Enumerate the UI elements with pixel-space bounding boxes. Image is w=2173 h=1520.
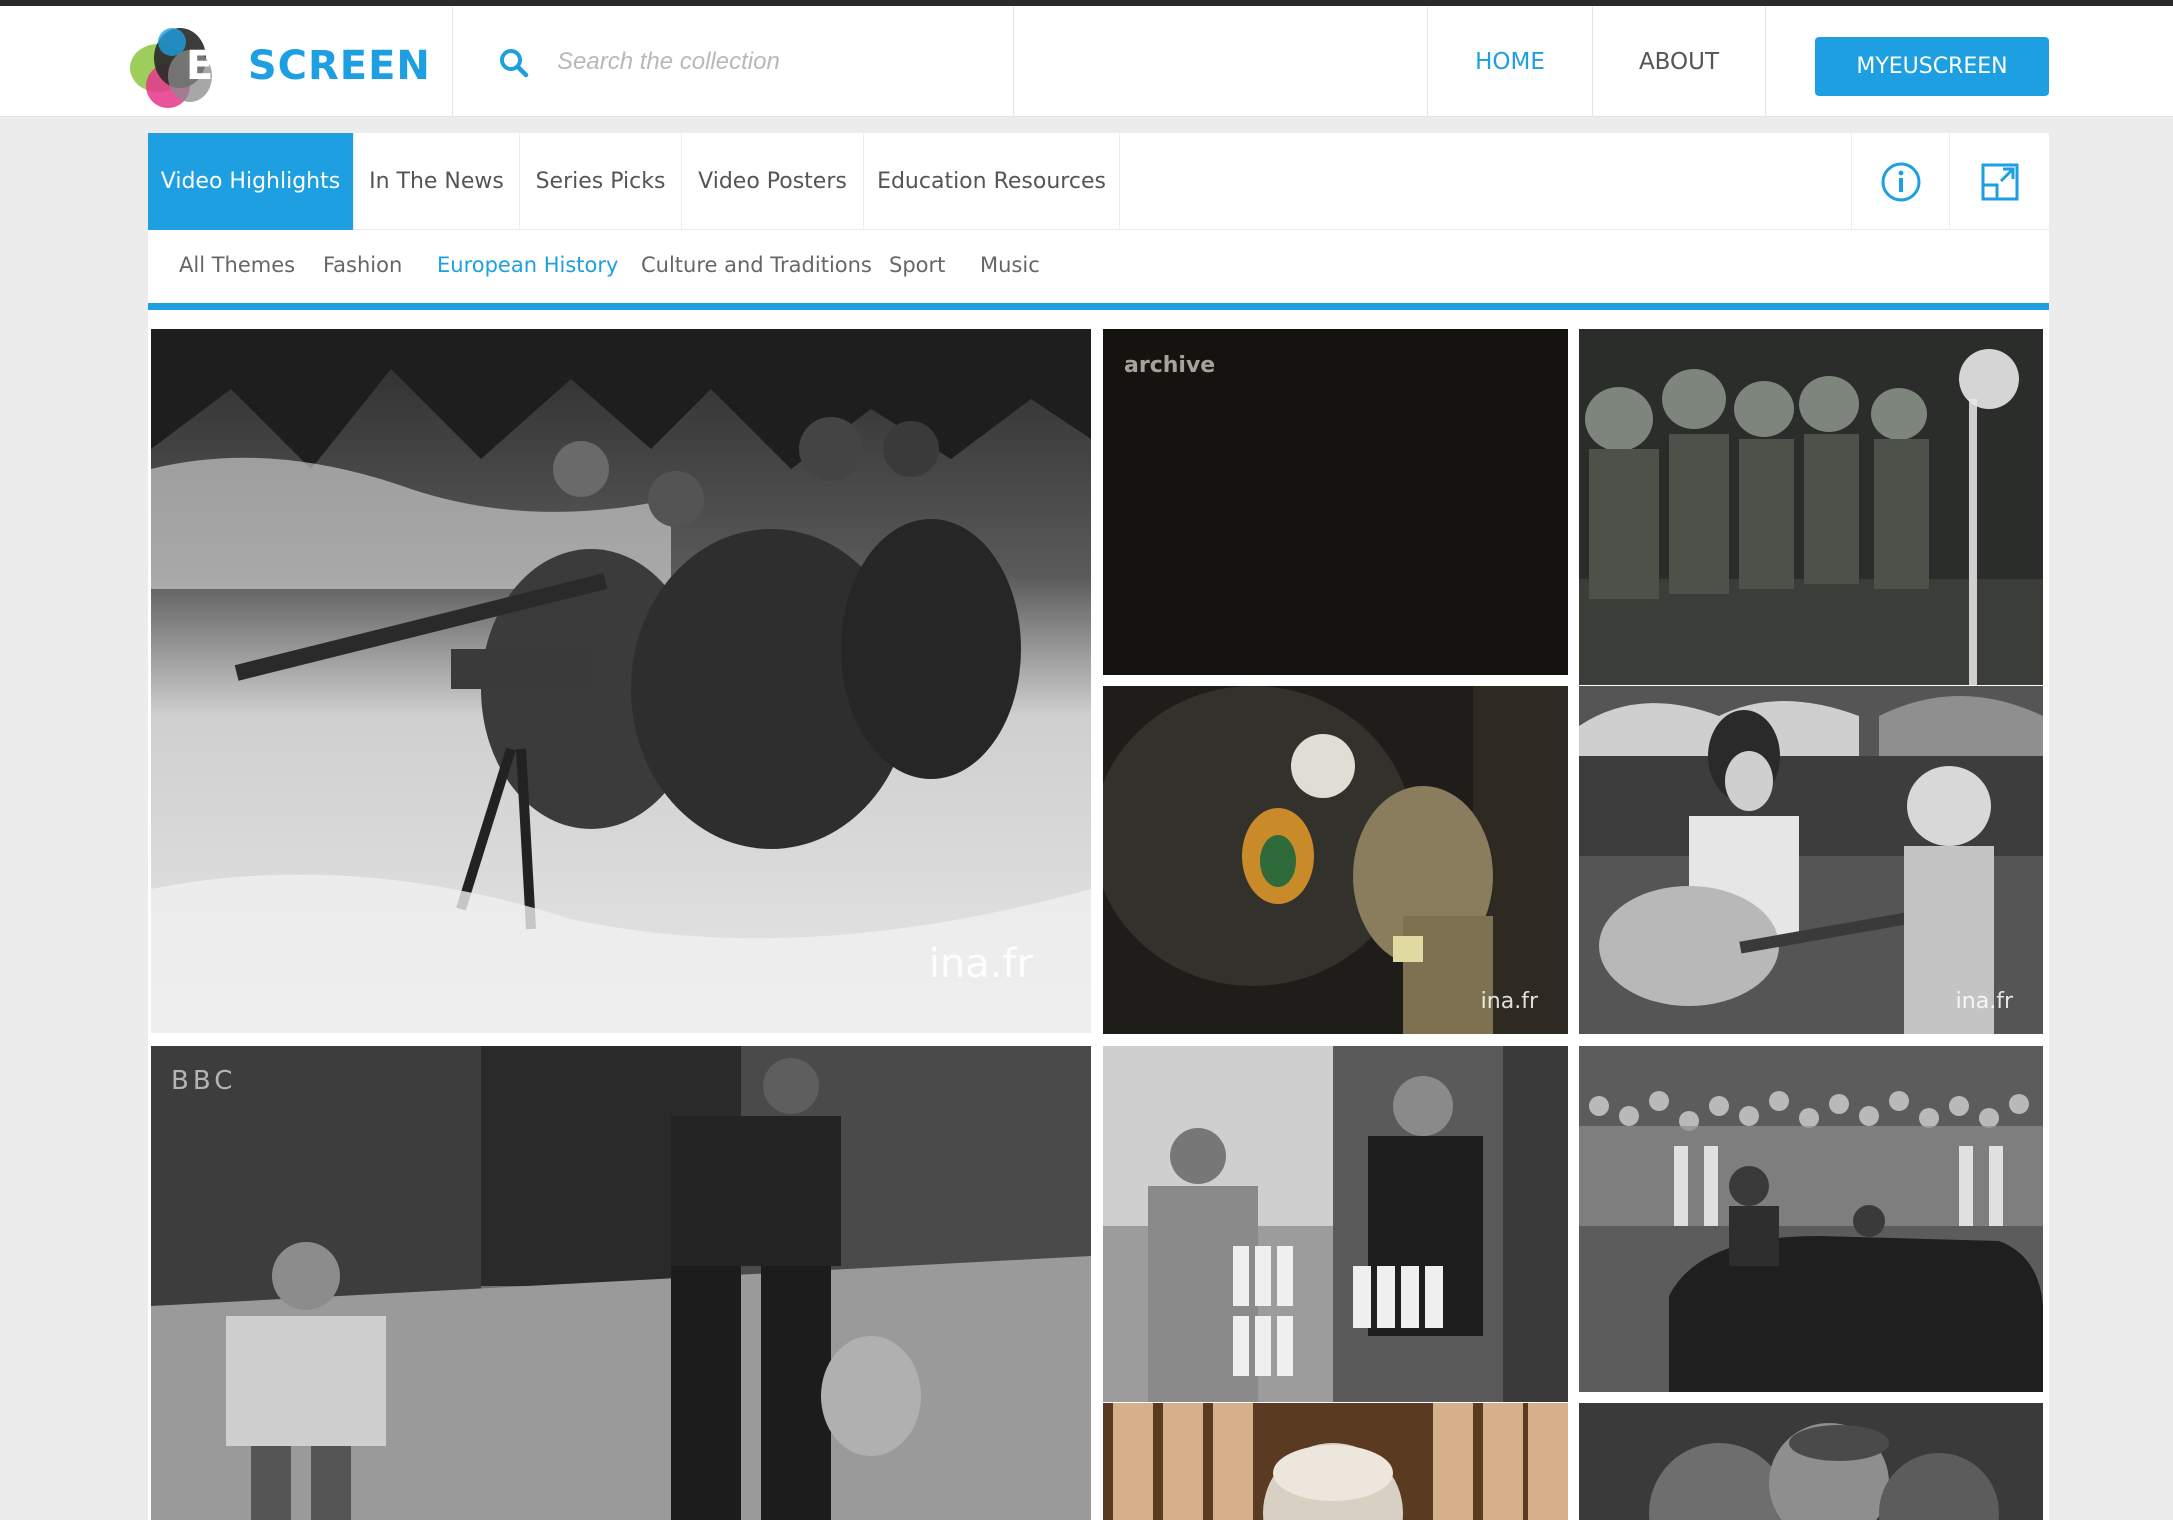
theme-fashion[interactable]: Fashion — [323, 253, 402, 277]
video-thumbnail — [151, 329, 1091, 1033]
video-watermark: archive — [1124, 353, 1216, 378]
video-thumbnail — [151, 1046, 1091, 1520]
tab-video-highlights[interactable]: Video Highlights — [148, 133, 354, 230]
myeuscreen-button[interactable]: MYEUSCREEN — [1815, 37, 2049, 96]
search-bar — [452, 6, 1014, 117]
tab-series-picks[interactable]: Series Picks — [520, 133, 682, 230]
video-thumbnail — [1579, 1403, 2043, 1520]
tab-video-posters[interactable]: Video Posters — [682, 133, 864, 230]
search-icon[interactable] — [497, 46, 531, 80]
info-button[interactable] — [1851, 133, 1949, 230]
video-tile-archive-dark[interactable]: archive — [1103, 329, 1568, 675]
theme-sport[interactable]: Sport — [889, 253, 945, 277]
video-tile-snow-soldiers[interactable]: ina.fr — [151, 329, 1091, 1033]
video-tile-milk-delivery[interactable] — [1103, 1046, 1568, 1402]
video-thumbnail — [1103, 1046, 1568, 1402]
theme-filter-bar: All Themes Fashion European History Cult… — [148, 230, 2049, 310]
logo-eu-text: EU — [186, 43, 248, 89]
euscreen-logo[interactable]: EUSCREEN — [120, 16, 430, 116]
theme-european-history[interactable]: European History — [437, 253, 618, 277]
search-input[interactable] — [557, 42, 977, 82]
video-thumbnail — [1579, 1046, 2043, 1392]
video-thumbnail — [1103, 686, 1568, 1034]
video-tile-faces[interactable] — [1579, 1403, 2043, 1520]
site-header: EUSCREEN HOME ABOUT MYEUSCREEN — [0, 6, 2173, 117]
video-tile-guitar-singer[interactable]: ina.fr — [1579, 686, 2043, 1034]
video-thumbnail — [1579, 329, 2043, 685]
info-icon — [1881, 162, 1920, 201]
theme-all-themes[interactable]: All Themes — [179, 253, 295, 277]
video-tile-old-man[interactable] — [1103, 1403, 1568, 1520]
video-tile-parade-car[interactable] — [1579, 1046, 2043, 1392]
video-thumbnail — [1103, 1403, 1568, 1520]
category-tabs: Video Highlights In The News Series Pick… — [148, 133, 2049, 230]
nav-home-link[interactable]: HOME — [1427, 6, 1592, 117]
video-tile-riot-police[interactable] — [1579, 329, 2043, 685]
logo-screen-text: SCREEN — [247, 43, 431, 89]
expand-button[interactable] — [1949, 133, 2049, 230]
theme-culture-and-traditions[interactable]: Culture and Traditions — [641, 253, 872, 277]
tab-in-the-news[interactable]: In The News — [354, 133, 520, 230]
nav-about-link[interactable]: ABOUT — [1592, 6, 1766, 117]
theme-music[interactable]: Music — [980, 253, 1040, 277]
tab-education-resources[interactable]: Education Resources — [864, 133, 1120, 230]
expand-icon — [1981, 163, 2018, 200]
video-tile-boy-street[interactable]: BBC — [151, 1046, 1091, 1520]
video-thumbnail — [1579, 686, 2043, 1034]
video-tile-miner[interactable]: ina.fr — [1103, 686, 1568, 1034]
logo-wordmark: EUSCREEN — [186, 46, 431, 86]
